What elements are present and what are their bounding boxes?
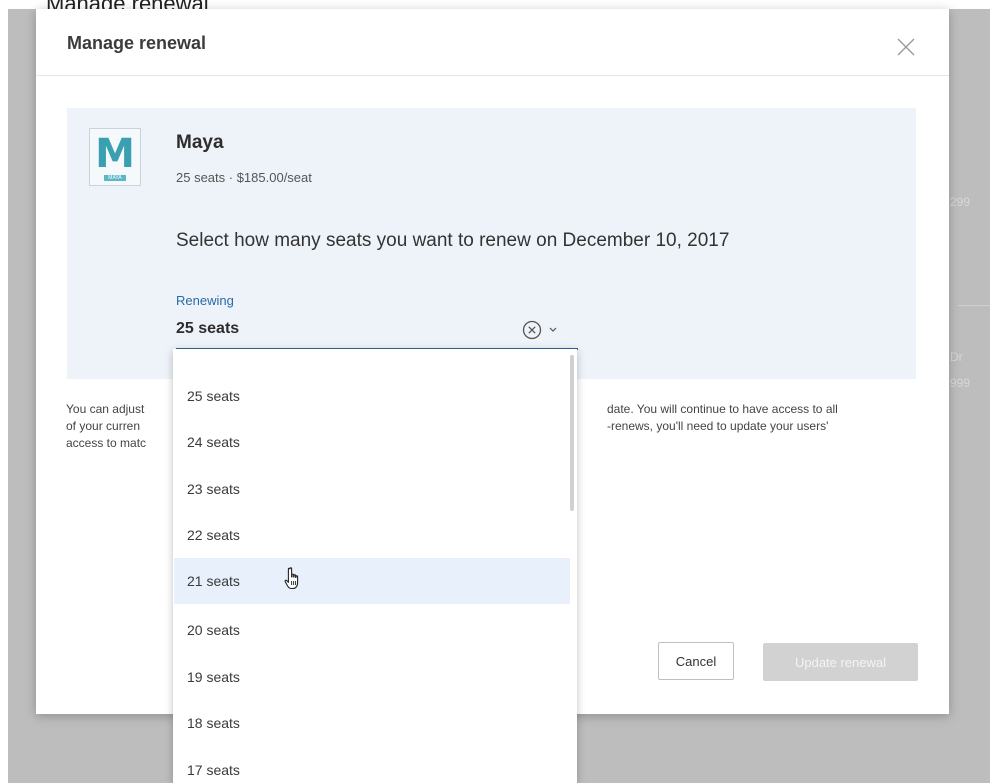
dropdown-scrollbar[interactable]	[570, 355, 574, 511]
dropdown-option-hovered[interactable]: 21 seats	[174, 558, 570, 604]
product-panel: M MAYA Maya 25 seats · $185.00/seat Sele…	[67, 108, 916, 379]
background-text: Dr	[950, 350, 963, 364]
chevron-down-icon[interactable]	[548, 324, 558, 334]
background-text: 999	[950, 376, 971, 390]
option-label: 19 seats	[187, 669, 240, 685]
dropdown-option[interactable]: 23 seats	[174, 466, 570, 512]
background-divider	[958, 305, 990, 306]
seats-dropdown-menu: 25 seats 24 seats 23 seats 22 seats 21 s…	[173, 349, 577, 783]
dropdown-option[interactable]: 24 seats	[174, 419, 570, 465]
dialog-title: Manage renewal	[67, 33, 207, 53]
product-meta: 25 seats · $185.00/seat	[176, 170, 312, 185]
update-renewal-button[interactable]: Update renewal	[763, 643, 918, 681]
dropdown-option[interactable]: 18 seats	[174, 700, 570, 746]
close-button[interactable]	[894, 35, 918, 59]
helper-text-line: -renews, you'll need to update your user…	[607, 419, 829, 433]
cancel-button[interactable]: Cancel	[658, 642, 734, 680]
dropdown-option[interactable]: 19 seats	[174, 654, 570, 700]
maya-logo: M MAYA	[89, 128, 141, 186]
option-label: 24 seats	[187, 434, 240, 450]
option-label: 18 seats	[187, 715, 240, 731]
close-icon	[897, 38, 915, 56]
dropdown-option[interactable]: 22 seats	[174, 512, 570, 558]
hand-pointer-icon	[284, 567, 299, 590]
dropdown-option[interactable]: 20 seats	[174, 607, 570, 653]
dropdown-option[interactable]: 17 seats	[174, 747, 570, 783]
option-label: 23 seats	[187, 481, 240, 497]
logo-letter: M	[95, 131, 135, 177]
renewing-label: Renewing	[176, 293, 234, 308]
seats-select[interactable]: 25 seats	[176, 315, 578, 350]
clear-icon[interactable]	[522, 320, 542, 340]
option-label: 21 seats	[187, 573, 240, 589]
renew-prompt: Select how many seats you want to renew …	[176, 230, 730, 251]
dropdown-option[interactable]: 25 seats	[174, 373, 570, 419]
helper-text-line: date. You will continue to have access t…	[607, 402, 838, 416]
helper-text-line: access to matc	[66, 436, 147, 450]
helper-text-line: You can adjust	[66, 402, 145, 416]
option-label: 22 seats	[187, 527, 240, 543]
background-text: 299	[950, 195, 971, 209]
option-label: 25 seats	[187, 388, 240, 404]
logo-tag: MAYA	[104, 175, 126, 181]
product-name: Maya	[176, 132, 224, 153]
dialog-header: Manage renewal	[36, 9, 949, 76]
seats-select-value: 25 seats	[176, 320, 240, 337]
helper-text-line: of your curren	[66, 419, 141, 433]
option-label: 20 seats	[187, 622, 240, 638]
option-label: 17 seats	[187, 762, 240, 778]
